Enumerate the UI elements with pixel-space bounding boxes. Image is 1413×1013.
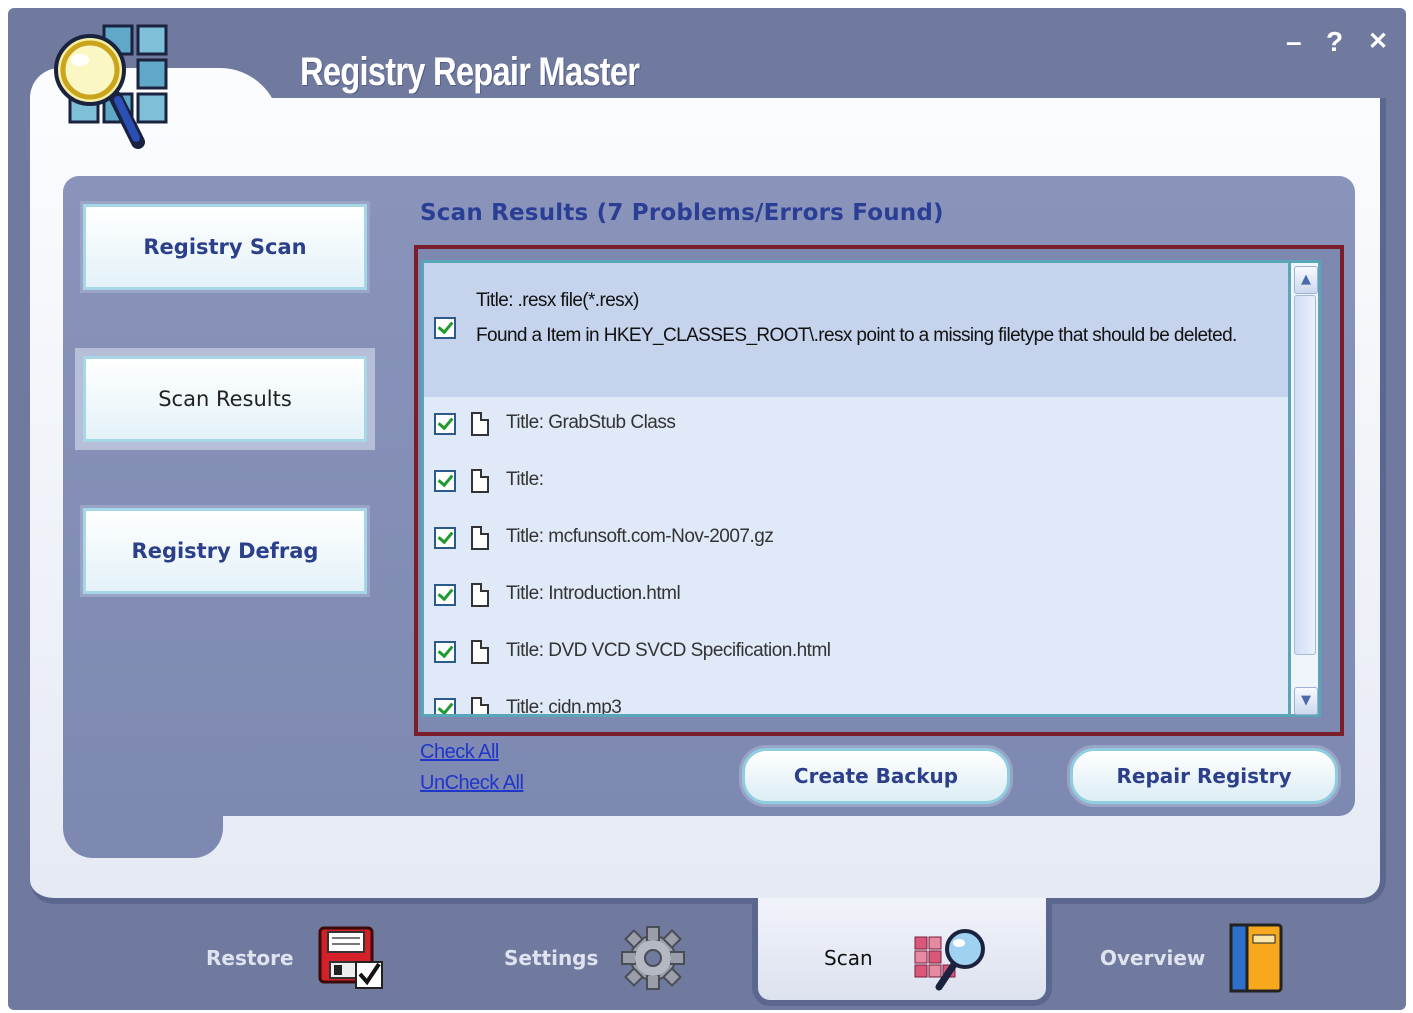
create-backup-button[interactable]: Create Backup xyxy=(742,748,1010,804)
help-button[interactable]: ? xyxy=(1326,28,1343,56)
item-checkbox[interactable] xyxy=(434,317,456,339)
scrollbar-thumb[interactable] xyxy=(1294,295,1316,655)
document-icon xyxy=(471,583,489,607)
tab-label: Restore xyxy=(206,946,294,970)
document-icon xyxy=(471,526,489,550)
tab-overview[interactable]: Overview xyxy=(1100,913,1287,1003)
item-checkbox[interactable] xyxy=(434,470,456,492)
app-logo-icon xyxy=(54,24,168,149)
tab-restore[interactable]: Restore xyxy=(206,913,386,1003)
document-icon xyxy=(471,469,489,493)
app-title: Registry Repair Master xyxy=(300,50,640,94)
item-label: Title: DVD VCD SVCD Specification.html xyxy=(506,640,831,661)
check-all-link[interactable]: Check All xyxy=(420,741,499,764)
gear-icon xyxy=(621,926,686,990)
results-scrollbar[interactable]: ▲ ▼ xyxy=(1291,260,1321,717)
item-checkbox[interactable] xyxy=(434,698,456,714)
item-title: Title: .resx file(*.resx) xyxy=(476,290,639,311)
tab-label: Scan xyxy=(824,946,873,970)
sidebar-item-registry-defrag[interactable]: Registry Defrag xyxy=(83,508,367,594)
tab-settings[interactable]: Settings xyxy=(504,913,688,1003)
scroll-down-icon[interactable]: ▼ xyxy=(1294,687,1318,715)
uncheck-all-link[interactable]: UnCheck All xyxy=(420,772,524,795)
tab-scan[interactable]: Scan xyxy=(824,913,991,1003)
sidebar-item-registry-scan[interactable]: Registry Scan xyxy=(83,204,367,290)
results-list[interactable]: Title: .resx file(*.resx) Found a Item i… xyxy=(421,260,1291,717)
close-button[interactable]: ✕ xyxy=(1368,28,1388,56)
item-checkbox[interactable] xyxy=(434,413,456,435)
tab-label: Overview xyxy=(1100,946,1206,970)
floppy-disk-icon xyxy=(318,926,383,989)
scan-magnifier-icon xyxy=(914,929,985,991)
app-window: Registry Repair Master – ? ✕ Registry Sc… xyxy=(8,8,1406,1010)
scroll-up-icon[interactable]: ▲ xyxy=(1294,266,1318,294)
tab-label: Settings xyxy=(504,946,599,970)
item-detail: Found a Item in HKEY_CLASSES_ROOT\.resx … xyxy=(476,325,1237,346)
document-icon xyxy=(471,640,489,664)
item-label: Title: Introduction.html xyxy=(506,583,681,604)
sidebar-item-scan-results[interactable]: Scan Results xyxy=(83,356,367,442)
minimize-button[interactable]: – xyxy=(1286,28,1302,56)
item-label: Title: mcfunsoft.com-Nov-2007.gz xyxy=(506,526,774,547)
results-title: Scan Results (7 Problems/Errors Found) xyxy=(420,200,944,226)
item-checkbox[interactable] xyxy=(434,584,456,606)
list-item-expanded[interactable]: Title: .resx file(*.resx) Found a Item i… xyxy=(424,263,1288,397)
item-label: Title: GrabStub Class xyxy=(506,412,676,433)
item-label: Title: cidn.mp3 xyxy=(506,697,622,717)
document-icon xyxy=(471,412,489,436)
item-checkbox[interactable] xyxy=(434,527,456,549)
book-icon xyxy=(1229,923,1283,993)
item-label: Title: xyxy=(506,469,544,490)
document-icon xyxy=(471,697,489,714)
repair-registry-button[interactable]: Repair Registry xyxy=(1070,748,1338,804)
item-checkbox[interactable] xyxy=(434,641,456,663)
